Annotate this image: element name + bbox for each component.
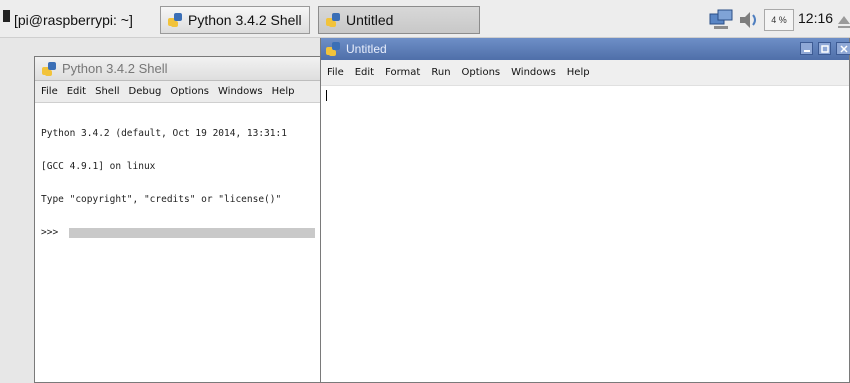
editor-menu-windows[interactable]: Windows	[511, 67, 556, 78]
python-icon	[42, 61, 56, 76]
shell-line: Python 3.4.2 (default, Oct 19 2014, 13:3…	[41, 128, 287, 139]
eject-icon[interactable]	[838, 13, 850, 29]
text-cursor	[326, 90, 327, 101]
python-shell-window: Python 3.4.2 Shell File Edit Shell Debug…	[34, 56, 322, 383]
minimize-icon	[803, 49, 810, 52]
shell-menu-file[interactable]: File	[41, 86, 58, 97]
shell-titlebar[interactable]: Python 3.4.2 Shell	[35, 57, 321, 81]
shell-menu-shell[interactable]: Shell	[95, 86, 119, 97]
close-button[interactable]	[836, 42, 850, 55]
close-icon	[839, 44, 848, 53]
editor-menu-run[interactable]: Run	[431, 67, 450, 78]
shell-input-line[interactable]	[69, 227, 315, 238]
volume-icon[interactable]	[738, 6, 760, 34]
editor-title: Untitled	[346, 42, 387, 56]
shell-menu-options[interactable]: Options	[170, 86, 209, 97]
shell-prompt-line[interactable]: >>>	[41, 227, 315, 238]
task-terminal-label: [pi@raspberrypi: ~]	[14, 12, 133, 28]
clock[interactable]: 12:16	[798, 10, 833, 26]
shell-menu-edit[interactable]: Edit	[67, 86, 86, 97]
maximize-button[interactable]	[818, 42, 831, 55]
python-icon	[326, 13, 340, 27]
task-untitled-label: Untitled	[346, 12, 394, 28]
cpu-monitor[interactable]: 4 %	[764, 9, 794, 31]
terminal-icon	[3, 10, 10, 22]
shell-menubar: File Edit Shell Debug Options Windows He…	[35, 81, 321, 103]
editor-menubar: File Edit Format Run Options Windows Hel…	[321, 60, 849, 86]
cpu-label: 4 %	[771, 15, 787, 25]
shell-menu-debug[interactable]: Debug	[129, 86, 162, 97]
editor-menu-edit[interactable]: Edit	[355, 67, 374, 78]
editor-menu-format[interactable]: Format	[385, 67, 420, 78]
python-icon	[168, 13, 182, 27]
task-python-shell-label: Python 3.4.2 Shell	[188, 12, 302, 28]
shell-title: Python 3.4.2 Shell	[62, 61, 168, 76]
task-python-shell[interactable]: Python 3.4.2 Shell	[160, 6, 310, 34]
editor-menu-help[interactable]: Help	[567, 67, 590, 78]
shell-menu-help[interactable]: Help	[272, 86, 295, 97]
taskbar: [pi@raspberrypi: ~] Python 3.4.2 Shell U…	[0, 0, 850, 38]
task-untitled[interactable]: Untitled	[318, 6, 480, 34]
editor-window: Untitled File Edit Format Run Options Wi…	[320, 38, 850, 383]
editor-menu-file[interactable]: File	[327, 67, 344, 78]
editor-titlebar[interactable]: Untitled	[321, 38, 850, 60]
shell-prompt: >>>	[41, 227, 59, 238]
maximize-icon	[820, 44, 829, 53]
editor-text-area[interactable]	[321, 87, 849, 382]
minimize-button[interactable]	[800, 42, 813, 55]
shell-line: [GCC 4.9.1] on linux	[41, 161, 156, 172]
shell-menu-windows[interactable]: Windows	[218, 86, 263, 97]
shell-output[interactable]: Python 3.4.2 (default, Oct 19 2014, 13:3…	[35, 104, 321, 382]
network-icon[interactable]	[708, 6, 734, 34]
shell-line: Type "copyright", "credits" or "license(…	[41, 194, 282, 205]
editor-menu-options[interactable]: Options	[462, 67, 501, 78]
python-icon	[326, 42, 340, 56]
task-terminal[interactable]: [pi@raspberrypi: ~]	[14, 6, 154, 34]
